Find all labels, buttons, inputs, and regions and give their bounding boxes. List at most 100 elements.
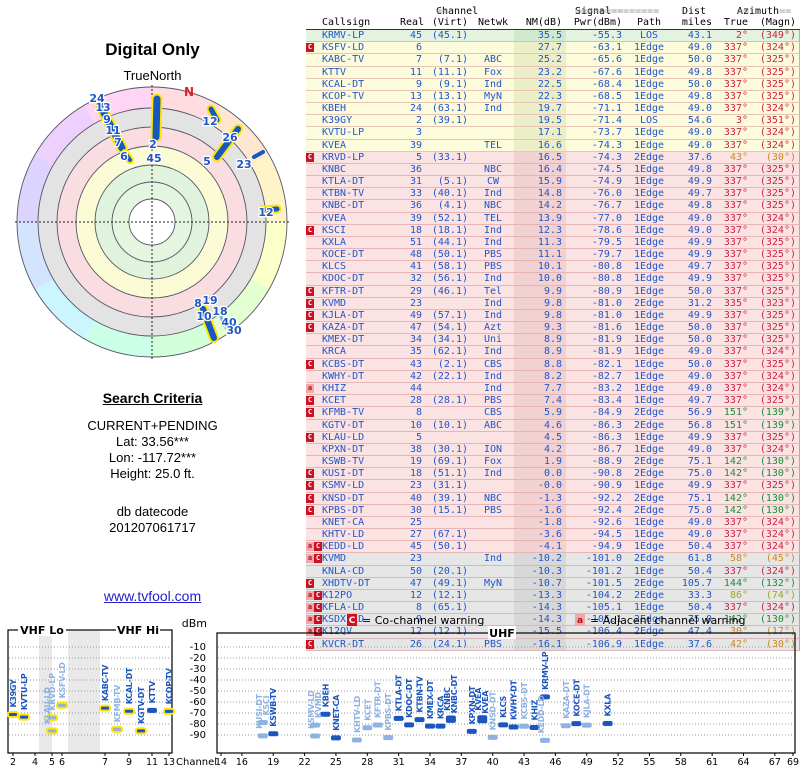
cell-call: KVMD	[322, 297, 347, 309]
cell-tr: 337°	[723, 443, 748, 455]
cell-pa: 2Edge	[633, 589, 665, 601]
column-header: Pwr(dBm)	[573, 17, 622, 28]
warning-badges: C	[306, 310, 322, 321]
cell-virt: (46.1)	[431, 285, 468, 297]
cell-virt	[426, 432, 472, 443]
table-row: KTBN-TV 33 (40.1) Ind 14.8 -76.0 1Edge 49.7 337°…	[306, 188, 800, 201]
station-marker: KNET-CA	[330, 694, 341, 741]
table-row: C KRVD-LP 5 (33.1) 16.5 -74.3 2Edge 37.6 43° (30°…	[306, 151, 800, 164]
table-row: a KHIZ 44 Ind 7.7 -83.2 1Edge 49.0 337° (324°)	[306, 382, 800, 396]
warning-badges: a	[306, 383, 322, 394]
cell-real: 10	[409, 419, 422, 431]
cell-mg: (324°)	[759, 516, 796, 528]
cell-call: KNSD-DT	[322, 492, 365, 504]
column-header: NM(dB)	[525, 17, 562, 28]
cell-call: XHDTV-DT	[322, 577, 371, 589]
channel-tick-label: 19	[267, 757, 279, 768]
station-marker: KSFV-LD	[56, 662, 68, 709]
warning-badges: aC	[306, 553, 322, 564]
cell-nm: 35.5	[514, 30, 566, 42]
cell-call: KRMV-LP	[322, 30, 365, 41]
cell-pw: -92.6	[591, 516, 622, 528]
table-row: KMEX-DT 34 (34.1) Uni 8.9 -81.9 1Edge 50.0 337° (…	[306, 334, 800, 347]
cell-nm: 12.3	[514, 224, 566, 236]
cell-nm: 4.5	[514, 431, 566, 443]
cell-net: ABC	[483, 419, 503, 431]
cell-pw: -88.9	[591, 456, 622, 468]
cell-tr: 86°	[729, 589, 748, 601]
cell-mg: (324°)	[759, 212, 796, 224]
cell-call: KSFV-LD	[322, 42, 365, 54]
cell-mg: (324°)	[759, 541, 796, 553]
station-marker-label: KBEH	[322, 684, 331, 707]
cell-real: 39	[409, 212, 422, 224]
cell-mi: 49.0	[687, 346, 712, 358]
column-header: miles	[681, 17, 712, 28]
cell-call: KNLA-CD	[322, 565, 365, 577]
cell-virt: (69.1)	[431, 456, 468, 468]
uhf-band-label: UHF	[489, 627, 515, 640]
channel-tick-label: 58	[675, 757, 687, 768]
cell-mg: (325°)	[759, 261, 796, 273]
cell-nm: -3.6	[514, 529, 566, 541]
station-marker-label: KHTV-LD	[353, 695, 362, 733]
cell-net: Tel	[483, 285, 503, 297]
station-marker: K39GY	[7, 679, 19, 719]
band-label: VHF Hi	[117, 624, 159, 637]
cell-nm: 11.1	[514, 249, 566, 261]
radar-channel-label: 12	[258, 206, 273, 219]
station-marker: KCET	[362, 698, 373, 731]
co-channel-warning-icon: C	[306, 359, 314, 369]
cell-net	[472, 529, 514, 540]
cell-virt: (58.1)	[431, 261, 468, 273]
cell-mg: (324°)	[759, 370, 796, 382]
cell-mi: 56.8	[687, 419, 712, 431]
cell-nm: 9.3	[514, 322, 566, 334]
table-row: C XHDTV-DT 47 (49.1) MyN -10.7 -101.5 2Edge 105.…	[306, 577, 800, 590]
cell-nm: 9.8	[514, 297, 566, 309]
cell-pw: -86.3	[591, 419, 622, 431]
cell-pa: 1Edge	[633, 127, 665, 139]
cell-call: KLAU-LD	[322, 431, 365, 443]
azimuth-radar-chart: 24524139117612265 23128 1910 184030N	[15, 85, 289, 359]
table-row: a C KEDD-LD 45 (50.1) -4.1 -94.9 1Edge 50.4 337° (…	[306, 541, 800, 554]
cell-real: 5	[415, 431, 422, 443]
column-header: Callsign	[322, 17, 371, 28]
co-channel-warning-icon: C	[314, 554, 322, 564]
cell-pw: -63.1	[591, 42, 622, 54]
cell-nm: 10.1	[514, 261, 566, 273]
cell-mi: 49.0	[687, 212, 712, 224]
cell-real: 19	[409, 456, 422, 468]
cell-real: 29	[409, 285, 422, 297]
table-row: KWHY-DT 42 (22.1) Ind 8.2 -82.7 1Edge 49.0 337° (…	[306, 370, 800, 383]
station-marker-label: KVTU-LP	[20, 673, 29, 710]
cell-nm: 27.7	[514, 42, 566, 54]
table-row: KOCE-DT 48 (50.1) PBS 11.1 -79.7 1Edge 49.9 337°…	[306, 249, 800, 262]
tvfool-link[interactable]: www.tvfool.com	[104, 588, 201, 604]
cell-mi: 43.1	[687, 30, 712, 41]
db-datecode-label: db datecode	[116, 504, 189, 519]
cell-call: KNBC-DT	[322, 200, 365, 212]
cell-tr: 151°	[723, 419, 748, 431]
station-marker: KMEX-DT	[425, 680, 435, 729]
cell-pw: -55.3	[591, 30, 622, 41]
dbm-tick-label: -50	[190, 686, 206, 697]
cell-mi: 105.7	[681, 577, 712, 589]
cell-call: KUSI-DT	[322, 468, 365, 480]
cell-mi: 49.0	[687, 443, 712, 455]
cell-net: CW	[486, 176, 500, 188]
cell-call: KJLA-DT	[322, 309, 365, 321]
warning-badges: C	[306, 578, 322, 589]
cell-net: TEL	[483, 212, 503, 224]
cell-virt: (9.1)	[437, 78, 468, 90]
cell-virt: (57.1)	[431, 309, 468, 321]
cell-pw: -80.9	[591, 285, 622, 297]
channel-tick-label: 52	[612, 757, 624, 768]
warning-badges: aC	[306, 541, 322, 552]
cell-mi: 54.6	[687, 115, 712, 127]
cell-real: 36	[409, 200, 422, 212]
co-channel-warning-icon: C	[306, 152, 314, 162]
cell-virt: (7.1)	[437, 54, 468, 66]
cell-tr: 337°	[723, 236, 748, 248]
channel-tick-label: 16	[236, 757, 248, 768]
